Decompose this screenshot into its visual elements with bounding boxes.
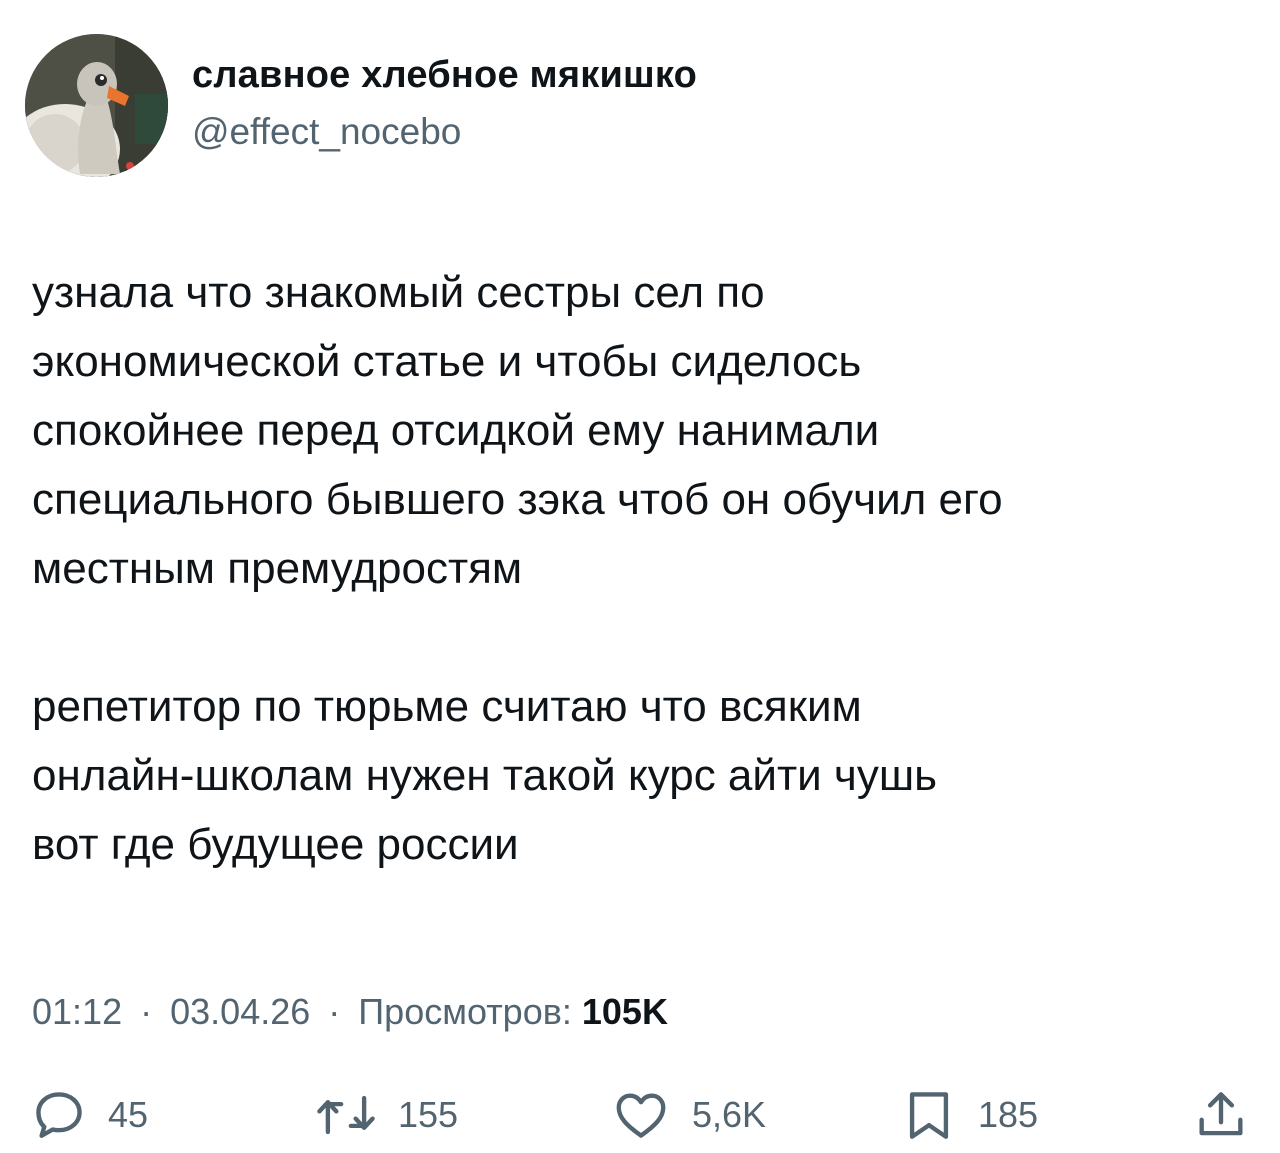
tweet-meta: 01:12 · 03.04.26 · Просмотров: 105K — [32, 988, 668, 1036]
retweet-count: 155 — [398, 1094, 459, 1135]
reply-button[interactable]: 45 — [30, 1082, 148, 1148]
text-line: местным премудростям — [32, 544, 523, 593]
text-line: онлайн-школам нужен такой курс айти чушь — [32, 751, 938, 800]
bookmark-button[interactable]: 185 — [900, 1082, 1038, 1148]
tweet-time[interactable]: 01:12 — [32, 991, 122, 1032]
retweet-icon — [317, 1095, 375, 1135]
display-name[interactable]: славное хлебное мякишко — [192, 52, 697, 98]
tweet-text: узнала что знакомый сестры сел по эконом… — [32, 258, 1247, 879]
goose-avatar-icon — [25, 34, 168, 177]
like-button[interactable]: 5,6K — [610, 1082, 766, 1148]
text-line: репетитор по тюрьме считаю что всяким — [32, 682, 862, 731]
user-handle[interactable]: @effect_nocebo — [192, 110, 697, 154]
like-count: 5,6K — [692, 1094, 767, 1135]
bookmark-count: 185 — [978, 1094, 1039, 1135]
retweet-button[interactable]: 155 — [314, 1082, 458, 1148]
text-line: спокойнее перед отсидкой ему нанимали — [32, 406, 880, 455]
action-bar: 45 155 5,6K 185 — [0, 1082, 1280, 1152]
share-button[interactable] — [1192, 1082, 1250, 1148]
tweet-date[interactable]: 03.04.26 — [170, 991, 310, 1032]
separator: · — [328, 991, 341, 1032]
text-line: вот где будущее россии — [32, 820, 519, 869]
separator: · — [140, 991, 153, 1032]
share-icon — [1199, 1092, 1243, 1136]
avatar[interactable] — [25, 34, 168, 177]
reply-count: 45 — [108, 1094, 149, 1135]
views-count[interactable]: 105K — [582, 991, 668, 1032]
reply-icon — [36, 1092, 82, 1138]
heart-icon — [616, 1093, 666, 1138]
author-names: славное хлебное мякишко @effect_nocebo — [192, 52, 697, 154]
text-line: узнала что знакомый сестры сел по — [32, 268, 765, 317]
text-line: специального бывшего зэка чтоб он обучил… — [32, 475, 1003, 524]
text-line: экономической статье и чтобы сиделось — [32, 337, 862, 386]
views-label: Просмотров: — [358, 991, 572, 1032]
tweet: славное хлебное мякишко @effect_nocebo у… — [0, 0, 1280, 1153]
bookmark-icon — [909, 1092, 949, 1139]
